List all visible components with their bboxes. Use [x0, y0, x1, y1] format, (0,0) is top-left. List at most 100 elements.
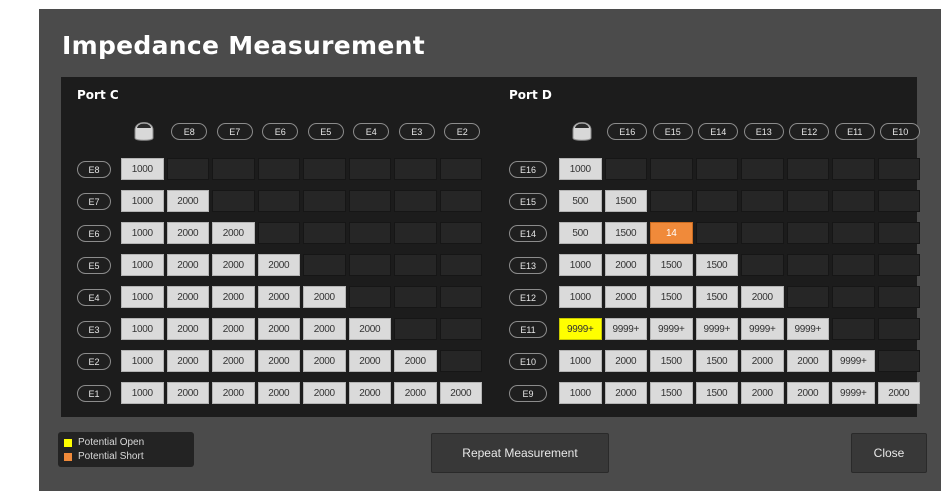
- empty-grid-cell: [303, 190, 346, 212]
- impedance-value-cell: 2000: [741, 350, 784, 372]
- impedance-value-cell: 9999+: [604, 318, 647, 340]
- impedance-value-cell: 2000: [604, 286, 647, 308]
- close-button[interactable]: Close: [851, 433, 927, 473]
- impedance-value-cell: 1000: [121, 254, 164, 276]
- empty-grid-cell: [348, 190, 391, 212]
- impedance-value-cell: 1500: [650, 254, 693, 276]
- column-header-e10: E10: [880, 123, 921, 140]
- column-header-e15: E15: [652, 123, 693, 140]
- impedance-value-cell: 1500: [604, 190, 647, 212]
- impedance-value-cell: 1000: [559, 254, 602, 276]
- legend-label: Potential Short: [78, 451, 144, 462]
- impedance-value-cell: 2000: [212, 318, 255, 340]
- impedance-value-cell: 2000: [303, 350, 346, 372]
- impedance-value-cell: 2000: [786, 350, 829, 372]
- port-title: Port C: [77, 88, 119, 102]
- column-header-e6: E6: [262, 123, 299, 140]
- empty-grid-cell: [348, 254, 391, 276]
- impedance-value-cell: 2000: [257, 286, 300, 308]
- empty-grid-cell: [786, 190, 829, 212]
- impedance-value-cell: 1000: [121, 350, 164, 372]
- impedance-value-cell: 9999+: [741, 318, 784, 340]
- open-swatch: [64, 438, 72, 447]
- column-header-e11: E11: [834, 123, 875, 140]
- impedance-value-cell: 1000: [121, 158, 164, 180]
- row-label-e13: E13: [509, 257, 547, 274]
- impedance-value-cell: 2000: [166, 254, 209, 276]
- impedance-value-cell: 2000: [166, 318, 209, 340]
- empty-grid-cell: [439, 158, 482, 180]
- empty-grid-cell: [832, 318, 875, 340]
- impedance-value-cell: 2000: [786, 382, 829, 404]
- empty-grid-cell: [439, 286, 482, 308]
- row-label-e12: E12: [509, 289, 547, 306]
- impedance-value-cell: 1000: [121, 190, 164, 212]
- empty-grid-cell: [832, 190, 875, 212]
- column-header-e14: E14: [698, 123, 739, 140]
- port-c-section: Port C E8 E7 E6 E5 E4 E3 E2 E8 1000 E7 1000 2000 E6 1…: [77, 77, 482, 417]
- repeat-measurement-button[interactable]: Repeat Measurement: [431, 433, 609, 473]
- column-header-e4: E4: [353, 123, 390, 140]
- dialog-title: Impedance Measurement: [62, 31, 425, 60]
- column-header-e13: E13: [743, 123, 784, 140]
- row-label-e9: E9: [509, 385, 547, 402]
- empty-grid-cell: [439, 254, 482, 276]
- impedance-value-cell: 1500: [650, 382, 693, 404]
- impedance-value-cell: 2000: [166, 222, 209, 244]
- impedance-value-cell: 2000: [212, 222, 255, 244]
- empty-grid-cell: [257, 222, 300, 244]
- impedance-value-cell: 1500: [695, 382, 738, 404]
- impedance-value-cell: 1000: [559, 158, 602, 180]
- impedance-value-cell: 2000: [348, 318, 391, 340]
- legend: Potential Open Potential Short: [58, 432, 194, 467]
- row-label-e3: E3: [77, 321, 111, 338]
- impedance-value-cell: 1000: [121, 222, 164, 244]
- impedance-value-cell: 9999+: [650, 318, 693, 340]
- impedance-value-cell: 2000: [394, 382, 437, 404]
- impedance-value-cell: 1500: [695, 286, 738, 308]
- empty-grid-cell: [303, 222, 346, 244]
- empty-grid-cell: [832, 222, 875, 244]
- column-header-e2: E2: [444, 123, 481, 140]
- empty-grid-cell: [741, 254, 784, 276]
- empty-grid-cell: [394, 222, 437, 244]
- legend-item-short: Potential Short: [64, 450, 188, 463]
- empty-grid-cell: [439, 222, 482, 244]
- row-label-e11: E11: [509, 321, 547, 338]
- impedance-value-cell: 2000: [604, 254, 647, 276]
- reference-electrode-icon: [571, 116, 593, 147]
- empty-grid-cell: [695, 222, 738, 244]
- empty-grid-cell: [257, 190, 300, 212]
- impedance-value-cell: 1500: [650, 286, 693, 308]
- impedance-value-cell: 1500: [604, 222, 647, 244]
- impedance-value-cell: 1000: [559, 382, 602, 404]
- column-header-e5: E5: [307, 123, 344, 140]
- impedance-value-cell: 2000: [348, 382, 391, 404]
- impedance-value-cell: 2000: [166, 286, 209, 308]
- reference-electrode-icon: [133, 116, 155, 147]
- impedance-value-cell: 2000: [303, 286, 346, 308]
- impedance-value-cell: 2000: [877, 382, 920, 404]
- empty-grid-cell: [877, 222, 920, 244]
- impedance-value-cell: 1500: [650, 350, 693, 372]
- legend-item-open: Potential Open: [64, 436, 188, 449]
- impedance-value-cell: 2000: [257, 350, 300, 372]
- impedance-value-cell: 2000: [604, 382, 647, 404]
- port-title: Port D: [509, 88, 552, 102]
- empty-grid-cell: [786, 222, 829, 244]
- impedance-value-cell: 2000: [166, 190, 209, 212]
- impedance-value-cell: 2000: [257, 318, 300, 340]
- column-header-e12: E12: [789, 123, 830, 140]
- impedance-value-cell: 9999+: [695, 318, 738, 340]
- impedance-value-cell: 9999+: [832, 382, 875, 404]
- impedance-value-cell: 2000: [741, 382, 784, 404]
- row-label-e8: E8: [77, 161, 111, 178]
- row-label-e14: E14: [509, 225, 547, 242]
- empty-grid-cell: [439, 190, 482, 212]
- impedance-value-cell: 1000: [559, 350, 602, 372]
- empty-grid-cell: [832, 286, 875, 308]
- impedance-value-cell: 2000: [439, 382, 482, 404]
- impedance-value-cell: 1000: [121, 318, 164, 340]
- column-header-e7: E7: [216, 123, 253, 140]
- empty-grid-cell: [257, 158, 300, 180]
